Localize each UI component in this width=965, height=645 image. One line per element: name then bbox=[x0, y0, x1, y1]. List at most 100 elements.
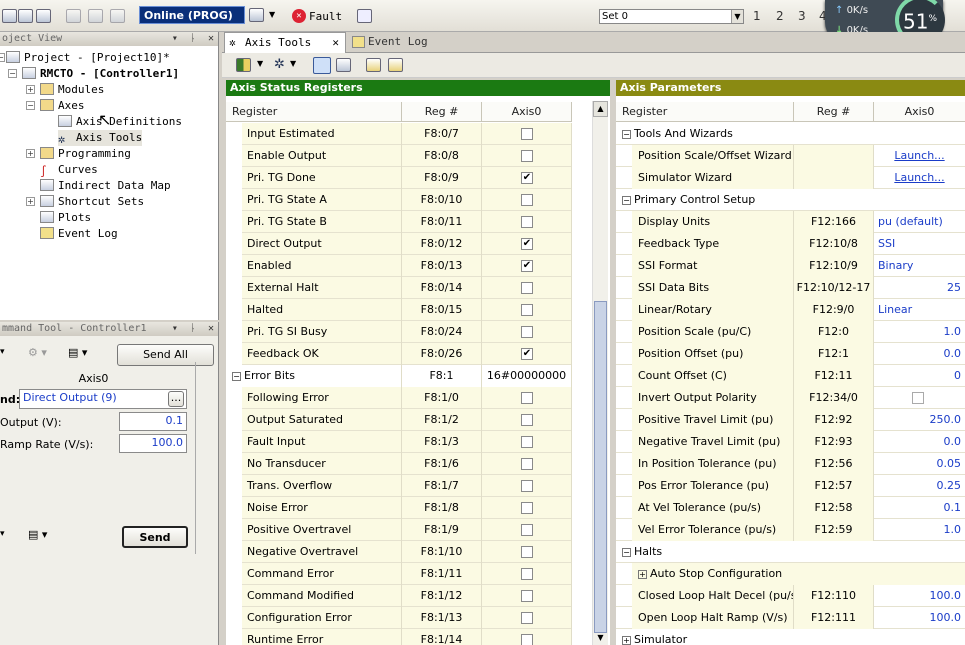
status-row[interactable]: − Error Bits F8:1 16#00000000 bbox=[226, 365, 572, 387]
status-row[interactable]: No Transducer F8:1/6 bbox=[226, 453, 572, 475]
plot-view-icon[interactable] bbox=[336, 58, 351, 72]
status-row[interactable]: Command Error F8:1/11 bbox=[226, 563, 572, 585]
param-row[interactable]: Closed Loop Halt Decel (pu/s²) F12:110 100… bbox=[616, 585, 965, 607]
scroll-up-icon[interactable]: ▲ bbox=[593, 101, 608, 117]
param-group-row[interactable]: − Tools And Wizards bbox=[616, 123, 965, 145]
param-value[interactable]: 0 bbox=[874, 365, 965, 387]
status-row[interactable]: Feedback OK F8:0/26 ✔ bbox=[226, 343, 572, 365]
param-value[interactable]: SSI bbox=[874, 233, 965, 255]
param-checkbox[interactable] bbox=[912, 392, 924, 404]
save-icon[interactable] bbox=[36, 9, 51, 23]
tree-item-modules[interactable]: Modules bbox=[40, 82, 104, 98]
status-checkbox[interactable] bbox=[521, 634, 533, 645]
param-row[interactable]: Simulator Wizard Launch... bbox=[616, 167, 965, 189]
param-value[interactable]: 0.05 bbox=[874, 453, 965, 475]
param-row[interactable]: Position Offset (pu) F12:1 0.0 bbox=[616, 343, 965, 365]
status-row[interactable]: Noise Error F8:1/8 bbox=[226, 497, 572, 519]
status-checkbox[interactable] bbox=[521, 304, 533, 316]
set-button-1[interactable]: 1 bbox=[753, 9, 761, 23]
collapse-icon[interactable]: − bbox=[26, 101, 35, 110]
param-value[interactable]: 1.0 bbox=[874, 519, 965, 541]
status-checkbox[interactable] bbox=[521, 480, 533, 492]
expand-icon[interactable]: + bbox=[26, 85, 35, 94]
status-checkbox[interactable] bbox=[521, 590, 533, 602]
command-select[interactable]: Direct Output (9) ... bbox=[19, 389, 187, 409]
output-input[interactable]: 0.1 bbox=[119, 412, 187, 431]
splitter[interactable] bbox=[610, 80, 616, 645]
tree-item-controller[interactable]: RMCTO - [Controller1] bbox=[22, 66, 179, 82]
status-checkbox[interactable] bbox=[521, 150, 533, 162]
collapse-icon[interactable]: − bbox=[622, 196, 631, 205]
param-row[interactable]: Feedback Type F12:10/8 SSI bbox=[616, 233, 965, 255]
status-row[interactable]: Command Modified F8:1/12 bbox=[226, 585, 572, 607]
status-checkbox[interactable]: ✔ bbox=[521, 260, 533, 272]
send-all-button[interactable]: Send All bbox=[117, 344, 214, 366]
browse-command-button[interactable]: ... bbox=[168, 391, 184, 407]
param-group-row[interactable]: − Halts bbox=[616, 541, 965, 563]
status-row[interactable]: Enabled F8:0/13 ✔ bbox=[226, 255, 572, 277]
col-header-axis0[interactable]: Axis0 bbox=[874, 102, 965, 122]
mode-dropdown[interactable]: ▼ bbox=[247, 8, 281, 24]
layout-icon[interactable] bbox=[236, 58, 251, 72]
chevron-down-icon[interactable]: ▼ bbox=[290, 59, 296, 68]
param-row[interactable]: Open Loop Halt Ramp (V/s) F12:111 100.0 bbox=[616, 607, 965, 629]
param-row[interactable]: SSI Data Bits F12:10/12-17 25 bbox=[616, 277, 965, 299]
chevron-down-icon[interactable]: ▾ bbox=[0, 347, 5, 357]
dropdown-icon[interactable]: ▾ bbox=[172, 323, 178, 334]
param-value[interactable]: 0.1 bbox=[874, 497, 965, 519]
chevron-down-icon[interactable]: ▾ bbox=[0, 529, 5, 539]
tree-item-project[interactable]: Project - [Project10]* bbox=[6, 50, 170, 66]
col-header-reg-num[interactable]: Reg # bbox=[402, 102, 482, 122]
launch-link[interactable]: Launch... bbox=[874, 167, 965, 189]
close-icon[interactable]: ✕ bbox=[208, 323, 214, 334]
status-row[interactable]: Input Estimated F8:0/7 bbox=[226, 123, 572, 145]
status-checkbox[interactable] bbox=[521, 458, 533, 470]
param-value[interactable]: 0.25 bbox=[874, 475, 965, 497]
param-value[interactable]: 0.0 bbox=[874, 431, 965, 453]
param-value[interactable]: 250.0 bbox=[874, 409, 965, 431]
set-button-2[interactable]: 2 bbox=[776, 9, 784, 23]
param-value[interactable]: 100.0 bbox=[874, 585, 965, 607]
status-checkbox[interactable] bbox=[521, 128, 533, 140]
param-value[interactable]: 0.0 bbox=[874, 343, 965, 365]
expand-icon[interactable]: + bbox=[26, 197, 35, 206]
param-row[interactable]: Vel Error Tolerance (pu/s) F12:59 1.0 bbox=[616, 519, 965, 541]
list-icon[interactable]: ▤ ▾ bbox=[68, 346, 87, 359]
status-row[interactable]: Output Saturated F8:1/2 bbox=[226, 409, 572, 431]
dropdown-icon[interactable]: ▾ bbox=[172, 33, 178, 44]
save-as-icon[interactable] bbox=[18, 9, 33, 23]
param-subgroup-row[interactable]: + Auto Stop Configuration bbox=[616, 563, 965, 585]
status-checkbox[interactable] bbox=[521, 524, 533, 536]
collapse-icon[interactable]: − bbox=[0, 53, 5, 62]
expand-icon[interactable]: + bbox=[26, 149, 35, 158]
status-checkbox[interactable] bbox=[521, 216, 533, 228]
param-row[interactable]: Display Units F12:166 pu (default) bbox=[616, 211, 965, 233]
status-row[interactable]: Following Error F8:1/0 bbox=[226, 387, 572, 409]
status-checkbox[interactable]: ✔ bbox=[521, 238, 533, 250]
status-row[interactable]: Runtime Error F8:1/14 bbox=[226, 629, 572, 645]
close-icon[interactable]: ✕ bbox=[208, 33, 214, 44]
collapse-icon[interactable]: − bbox=[622, 548, 631, 557]
chevron-down-icon[interactable]: ▼ bbox=[257, 59, 263, 68]
param-row[interactable]: At Vel Tolerance (pu/s) F12:58 0.1 bbox=[616, 497, 965, 519]
status-checkbox[interactable] bbox=[521, 568, 533, 580]
tree-item-axes[interactable]: Axes bbox=[40, 98, 85, 114]
param-value[interactable]: Linear bbox=[874, 299, 965, 321]
pin-icon[interactable]: ᚿ bbox=[190, 323, 196, 334]
expand-icon[interactable]: + bbox=[638, 570, 647, 579]
status-row[interactable]: Pri. TG SI Busy F8:0/24 bbox=[226, 321, 572, 343]
pin-icon[interactable]: ᚿ bbox=[190, 33, 196, 44]
filter-settings-icon[interactable] bbox=[388, 58, 403, 72]
status-checkbox[interactable] bbox=[521, 612, 533, 624]
tree-item-axis-tools[interactable]: ✲ Axis Tools bbox=[58, 130, 143, 146]
tree-item-indirect-data-map[interactable]: Indirect Data Map bbox=[40, 178, 171, 194]
status-row[interactable]: Negative Overtravel F8:1/10 bbox=[226, 541, 572, 563]
status-checkbox[interactable] bbox=[521, 414, 533, 426]
status-checkbox[interactable] bbox=[521, 436, 533, 448]
status-checkbox[interactable]: ✔ bbox=[521, 172, 533, 184]
param-value[interactable]: 1.0 bbox=[874, 321, 965, 343]
ramp-rate-input[interactable]: 100.0 bbox=[119, 434, 187, 453]
param-group-row[interactable]: − Primary Control Setup bbox=[616, 189, 965, 211]
close-icon[interactable]: ✕ bbox=[332, 33, 339, 52]
tab-event-log[interactable]: Event Log bbox=[348, 32, 452, 53]
